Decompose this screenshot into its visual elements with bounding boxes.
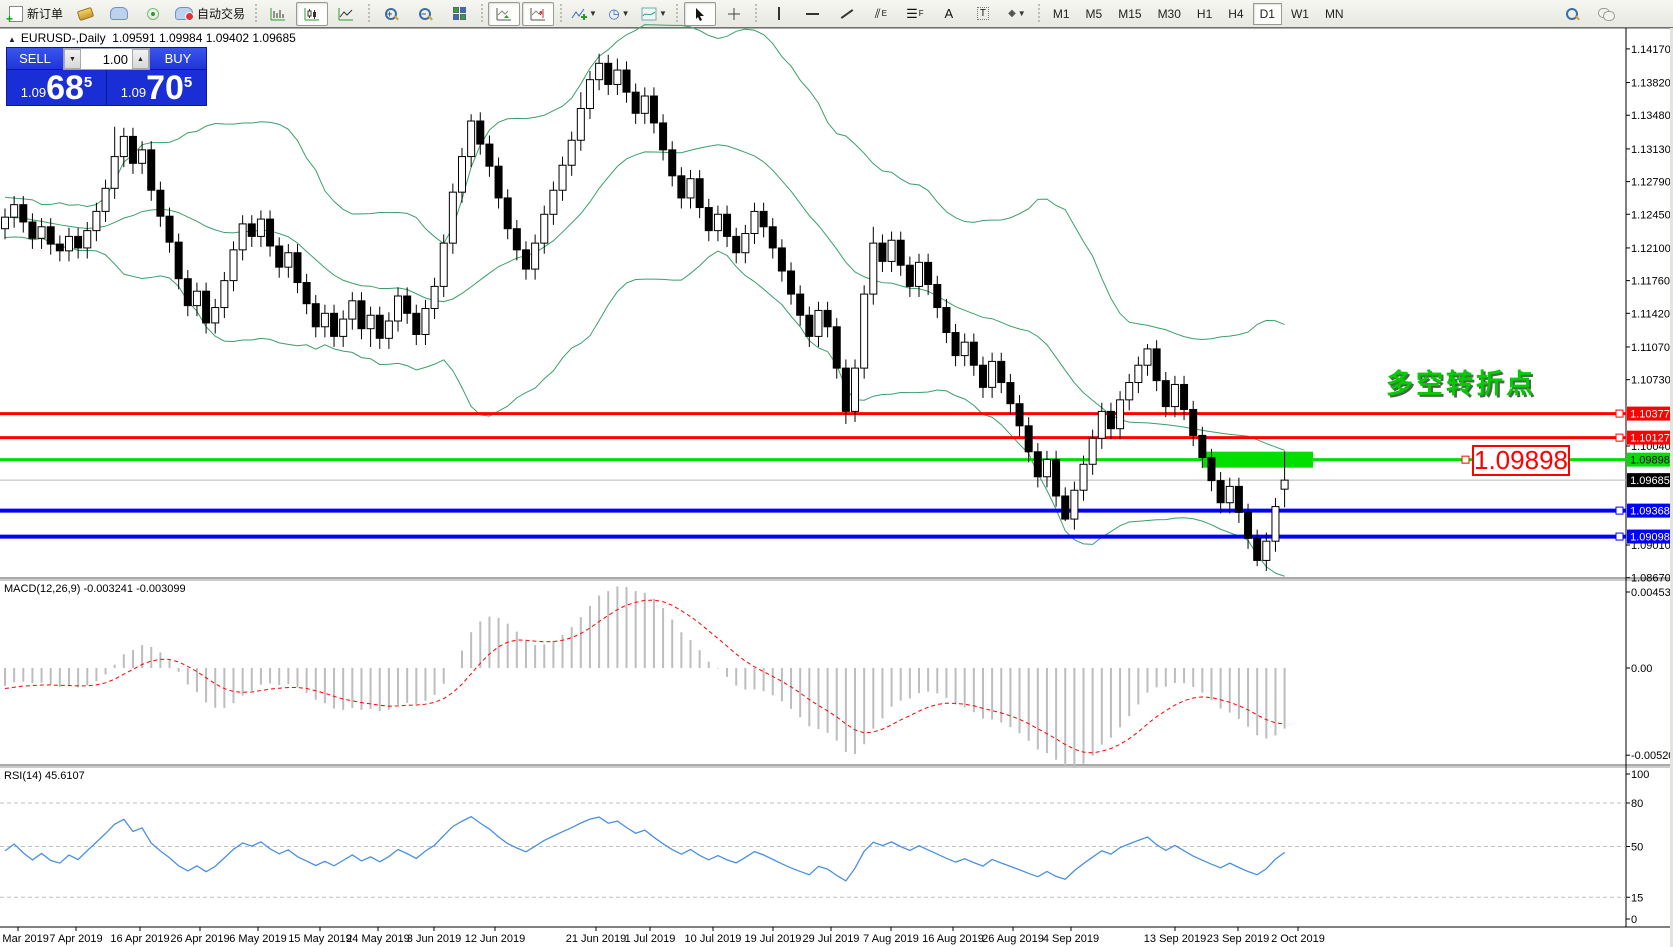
svg-text:50: 50 [1631, 842, 1643, 854]
svg-text:80: 80 [1631, 798, 1643, 810]
buy-price[interactable]: 1.09 70 5 [107, 70, 206, 105]
svg-text:26 Apr 2019: 26 Apr 2019 [170, 933, 229, 945]
symbol-period-label: EURUSD-,Daily [21, 31, 106, 45]
svg-text:1.11760: 1.11760 [1631, 276, 1670, 288]
volume-input[interactable] [81, 49, 132, 69]
svg-text:0.00: 0.00 [1631, 663, 1652, 675]
sell-price-prefix: 1.09 [21, 85, 46, 100]
mt4-window: 新订单 自动交易 + − [0, 0, 1673, 947]
rsi-indicator-label: RSI(14) 45.6107 [4, 770, 85, 782]
svg-text:1.09685: 1.09685 [1630, 475, 1670, 487]
svg-text:-0.005205: -0.005205 [1631, 750, 1673, 762]
svg-text:15: 15 [1631, 892, 1643, 904]
collapse-trade-panel-icon[interactable]: ▲ [8, 35, 16, 44]
chart-canvas[interactable]: 1.14170 1.13820 1.13480 1.13130 1.12790 1.124… [0, 0, 1673, 947]
svg-text:29 Jul 2019: 29 Jul 2019 [803, 933, 860, 945]
svg-text:0.004536: 0.004536 [1631, 587, 1673, 599]
line-anchor-handle[interactable] [1462, 456, 1469, 463]
svg-text:7 Aug 2019: 7 Aug 2019 [863, 933, 919, 945]
svg-text:15 May 2019: 15 May 2019 [288, 933, 352, 945]
buy-button[interactable]: BUY [150, 48, 206, 70]
svg-text:24 May 2019: 24 May 2019 [346, 933, 410, 945]
line-anchor-handle[interactable] [1616, 533, 1623, 540]
svg-text:1.13480: 1.13480 [1631, 110, 1671, 122]
svg-text:21 Jun 2019: 21 Jun 2019 [566, 933, 627, 945]
svg-text:2 Oct 2019: 2 Oct 2019 [1271, 933, 1325, 945]
svg-text:28 Mar 2019: 28 Mar 2019 [0, 933, 49, 945]
svg-text:19 Jul 2019: 19 Jul 2019 [745, 933, 802, 945]
svg-text:1.12100: 1.12100 [1631, 243, 1671, 255]
svg-text:1.10730: 1.10730 [1631, 375, 1671, 387]
buy-price-prefix: 1.09 [121, 85, 146, 100]
svg-text:16 Aug 2019: 16 Aug 2019 [922, 933, 984, 945]
svg-text:10 Jul 2019: 10 Jul 2019 [685, 933, 742, 945]
annotation-text[interactable]: 多空转折点 [1386, 362, 1536, 401]
rsi-panel: 100 80 50 15 0 [0, 769, 1649, 926]
svg-text:1.14170: 1.14170 [1631, 44, 1671, 56]
line-anchor-handle[interactable] [1616, 410, 1623, 417]
sell-price-sup: 5 [84, 74, 92, 91]
svg-text:1.09098: 1.09098 [1630, 532, 1670, 544]
buy-price-sup: 5 [184, 74, 192, 91]
svg-text:1.12790: 1.12790 [1631, 177, 1671, 189]
svg-text:1.13820: 1.13820 [1631, 78, 1671, 90]
svg-text:12 Jun 2019: 12 Jun 2019 [465, 933, 526, 945]
svg-text:1.09368: 1.09368 [1630, 506, 1670, 518]
volume-stepper: ▼ ▲ [63, 48, 150, 70]
svg-text:26 Aug 2019: 26 Aug 2019 [982, 933, 1044, 945]
line-anchor-handle[interactable] [1616, 434, 1623, 441]
svg-text:16 Apr 2019: 16 Apr 2019 [110, 933, 169, 945]
price-callout-box[interactable]: 1.09898 [1472, 445, 1570, 476]
volume-increase-button[interactable]: ▲ [132, 49, 149, 69]
ohlc-values-label: 1.09591 1.09984 1.09402 1.09685 [112, 31, 296, 45]
svg-text:1.08670: 1.08670 [1631, 573, 1671, 585]
price-axis[interactable]: 1.14170 1.13820 1.13480 1.13130 1.12790 1.124… [1626, 44, 1671, 585]
highlight-rectangle[interactable] [1203, 452, 1313, 468]
sell-button[interactable]: SELL [7, 48, 63, 70]
macd-indicator-label: MACD(12,26,9) -0.003241 -0.003099 [4, 583, 186, 595]
one-click-trading-panel: SELL ▼ ▲ BUY 1.09 68 5 1.09 70 5 [6, 47, 207, 106]
svg-text:3 Jun 2019: 3 Jun 2019 [407, 933, 461, 945]
svg-text:23 Sep 2019: 23 Sep 2019 [1207, 933, 1269, 945]
macd-panel: 0.004536 0.00 -0.005205 [5, 587, 1673, 768]
svg-text:1.10377: 1.10377 [1630, 409, 1670, 421]
svg-text:1.09898: 1.09898 [1630, 455, 1670, 467]
svg-text:6 May 2019: 6 May 2019 [229, 933, 286, 945]
svg-text:13 Sep 2019: 13 Sep 2019 [1144, 933, 1206, 945]
volume-decrease-button[interactable]: ▼ [64, 49, 81, 69]
sell-price-big: 68 [46, 73, 84, 103]
date-axis[interactable]: 28 Mar 20197 Apr 2019 16 Apr 201926 Apr 2… [0, 927, 1325, 945]
horizontal-line-objects [0, 410, 1626, 540]
line-anchor-handle[interactable] [1616, 507, 1623, 514]
buy-price-big: 70 [146, 73, 184, 103]
panel-frames [0, 28, 1673, 927]
chart-title: ▲ EURUSD-,Daily 1.09591 1.09984 1.09402 1… [8, 31, 296, 45]
svg-text:7 Apr 2019: 7 Apr 2019 [49, 933, 102, 945]
svg-text:1.10127: 1.10127 [1630, 433, 1670, 445]
svg-text:1.11420: 1.11420 [1631, 308, 1670, 320]
svg-text:1 Jul 2019: 1 Jul 2019 [625, 933, 676, 945]
svg-text:0: 0 [1631, 914, 1637, 926]
svg-text:1.13130: 1.13130 [1631, 144, 1671, 156]
svg-text:4 Sep 2019: 4 Sep 2019 [1043, 933, 1099, 945]
svg-text:1.12450: 1.12450 [1631, 209, 1671, 221]
svg-text:100: 100 [1631, 769, 1649, 781]
svg-text:1.11070: 1.11070 [1631, 342, 1670, 354]
sell-price[interactable]: 1.09 68 5 [7, 70, 107, 105]
